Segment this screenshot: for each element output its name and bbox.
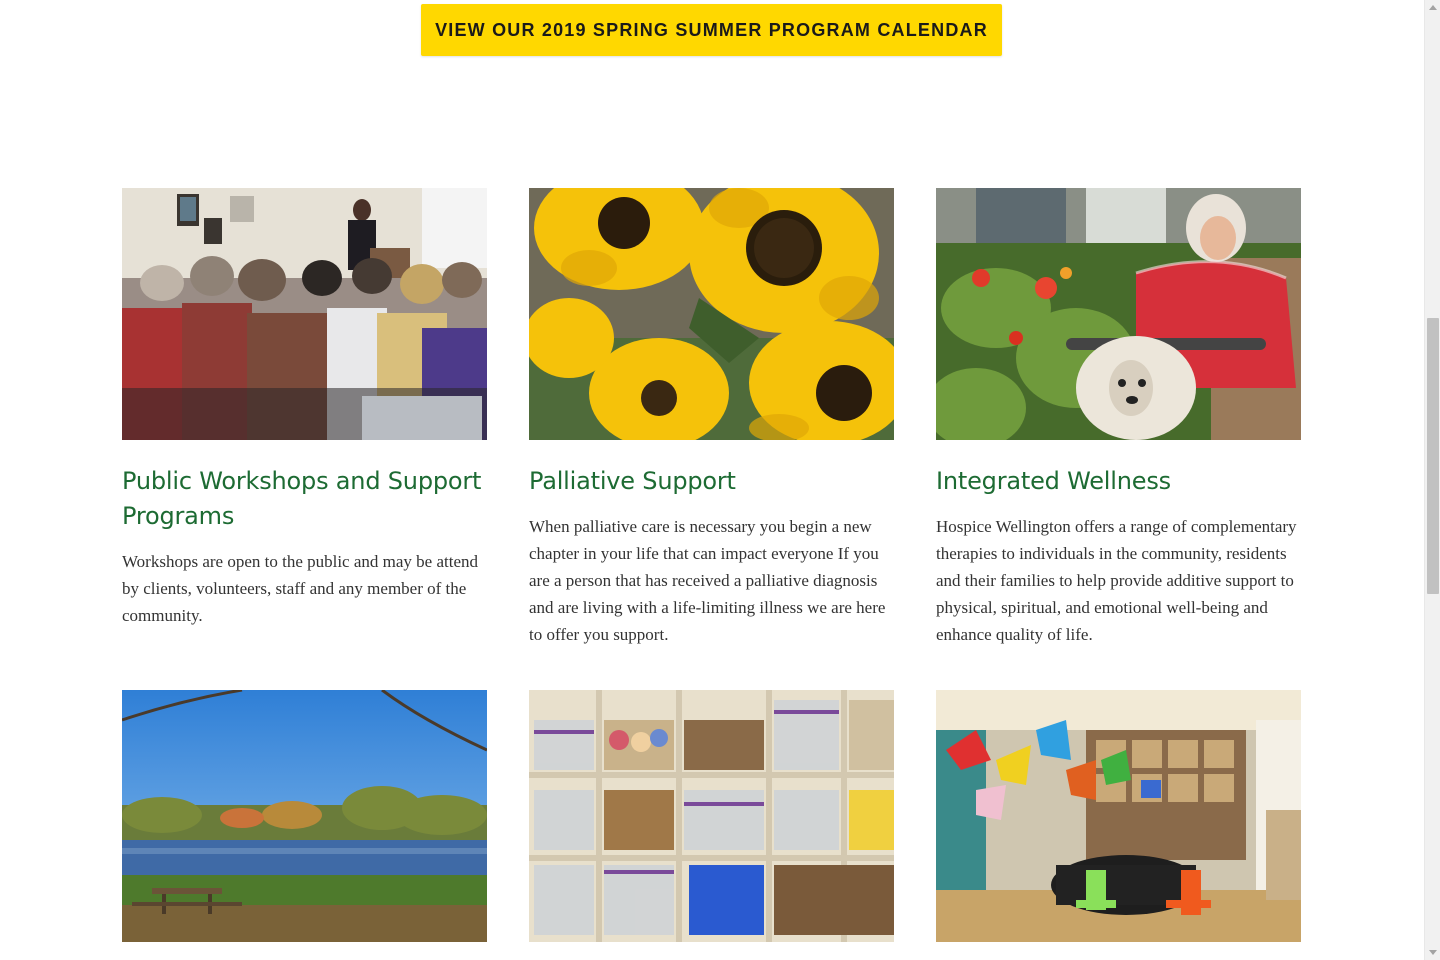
sunflowers-photo[interactable] bbox=[529, 188, 894, 440]
program-calendar-button[interactable]: VIEW OUR 2019 SPRING SUMMER PROGRAM CALE… bbox=[421, 4, 1002, 56]
card-children-room bbox=[936, 690, 1301, 942]
scroll-thumb[interactable] bbox=[1427, 318, 1439, 594]
childrens-room-photo[interactable] bbox=[936, 690, 1301, 942]
scroll-up-arrow-icon[interactable] bbox=[1429, 5, 1437, 10]
card-title[interactable]: Integrated Wellness bbox=[936, 464, 1301, 499]
card-public-workshops: Public Workshops and Support Programs Wo… bbox=[122, 188, 487, 629]
card-integrated-wellness: Integrated Wellness Hospice Wellington o… bbox=[936, 188, 1301, 648]
card-pond bbox=[122, 690, 487, 942]
card-art-supplies bbox=[529, 690, 894, 942]
card-description: Hospice Wellington offers a range of com… bbox=[936, 517, 1297, 644]
card-description: Workshops are open to the public and may… bbox=[122, 552, 479, 625]
card-title[interactable]: Palliative Support bbox=[529, 464, 894, 499]
card-description: When palliative care is necessary you be… bbox=[529, 517, 886, 644]
art-supplies-photo[interactable] bbox=[529, 690, 894, 942]
vertical-scrollbar[interactable] bbox=[1424, 0, 1440, 960]
garden-photo[interactable] bbox=[936, 188, 1301, 440]
card-title[interactable]: Public Workshops and Support Programs bbox=[122, 464, 487, 534]
scroll-down-arrow-icon[interactable] bbox=[1429, 950, 1437, 955]
page-content: VIEW OUR 2019 SPRING SUMMER PROGRAM CALE… bbox=[0, 0, 1424, 960]
workshop-photo[interactable] bbox=[122, 188, 487, 440]
pond-photo[interactable] bbox=[122, 690, 487, 942]
card-palliative-support: Palliative Support When palliative care … bbox=[529, 188, 894, 648]
